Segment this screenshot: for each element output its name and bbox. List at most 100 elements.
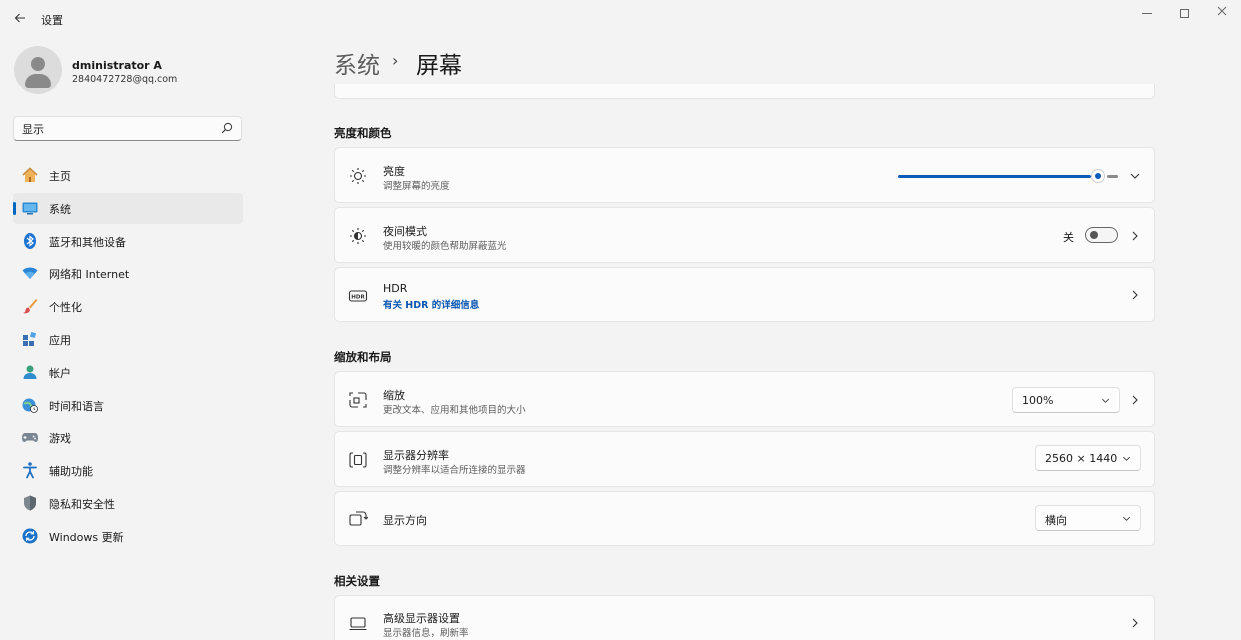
resolution-dropdown[interactable]: 2560 × 1440 <box>1035 445 1141 471</box>
close-icon <box>1217 6 1227 16</box>
sidebar-item-windows-update[interactable]: Windows 更新 <box>13 521 243 552</box>
sidebar-item-label: 应用 <box>49 333 71 347</box>
scale-subtitle: 更改文本、应用和其他项目的大小 <box>383 405 526 416</box>
sidebar-item-label: 帐户 <box>49 366 71 380</box>
chevron-right-icon[interactable] <box>1130 290 1140 300</box>
sidebar-item-label: 系统 <box>49 202 71 216</box>
sidebar-item-label: 辅助功能 <box>49 465 93 479</box>
sidebar-item-label: 个性化 <box>49 301 82 315</box>
close-button[interactable] <box>1207 4 1237 22</box>
apps-icon <box>23 331 37 346</box>
scale-icon <box>349 392 367 408</box>
chevron-right-icon[interactable] <box>1130 618 1140 628</box>
back-arrow-icon[interactable] <box>10 10 30 30</box>
brightness-card[interactable]: 亮度 调整屏幕的亮度 <box>334 147 1155 203</box>
user-email: 2840472728@qq.com <box>72 74 178 85</box>
sidebar-item-gaming[interactable]: 游戏 <box>13 422 243 453</box>
night-light-icon <box>350 228 366 244</box>
app-title: 设置 <box>41 14 63 27</box>
monitor-icon <box>349 617 367 631</box>
sidebar-item-label: 主页 <box>49 170 71 183</box>
brightness-icon <box>350 168 366 184</box>
sidebar-item-accounts[interactable]: 帐户 <box>13 357 243 388</box>
resolution-subtitle: 调整分辨率以适合所连接的显示器 <box>383 465 526 476</box>
sidebar-item-label: 时间和语言 <box>49 399 104 413</box>
breadcrumb-parent[interactable]: 系统 <box>334 46 380 80</box>
chevron-down-icon <box>1123 456 1130 461</box>
minimize-icon <box>1142 13 1152 14</box>
scale-title: 缩放 <box>383 389 405 402</box>
sidebar-item-label: 蓝牙和其他设备 <box>49 235 126 249</box>
shield-icon <box>24 495 36 511</box>
title-bar: 设置 <box>0 0 1241 40</box>
sidebar-item-network[interactable]: 网络和 Internet <box>13 258 243 289</box>
night-light-state: 关 <box>1063 231 1074 244</box>
hdr-card[interactable]: HDR HDR 有关 HDR 的详细信息 <box>334 267 1155 322</box>
maximize-button[interactable] <box>1169 4 1199 22</box>
home-icon <box>22 167 38 182</box>
night-light-title: 夜间模式 <box>383 225 427 238</box>
hdr-icon: HDR <box>348 290 368 302</box>
breadcrumb-separator: › <box>392 51 399 70</box>
scale-card[interactable]: 缩放 更改文本、应用和其他项目的大小 100% <box>334 371 1155 427</box>
brightness-title: 亮度 <box>383 165 405 178</box>
chevron-right-icon[interactable] <box>1130 395 1140 405</box>
hdr-title: HDR <box>383 282 408 295</box>
orientation-card[interactable]: 显示方向 横向 <box>334 491 1155 546</box>
search-icon[interactable] <box>221 122 233 134</box>
night-light-toggle[interactable] <box>1085 227 1118 243</box>
sidebar-item-system[interactable]: 系统 <box>13 192 243 224</box>
sidebar-item-bluetooth[interactable]: 蓝牙和其他设备 <box>13 226 243 257</box>
night-light-subtitle: 使用较暖的颜色帮助屏蔽蓝光 <box>383 241 507 252</box>
slider-track <box>1107 175 1118 178</box>
sidebar-item-personalization[interactable]: 个性化 <box>13 291 243 322</box>
minimize-button[interactable] <box>1132 4 1162 22</box>
maximize-icon <box>1179 9 1189 18</box>
resolution-value: 2560 × 1440 <box>1045 452 1118 465</box>
page-title: 屏幕 <box>416 53 462 79</box>
sidebar-item-privacy[interactable]: 隐私和安全性 <box>13 488 243 519</box>
resolution-icon <box>349 452 367 468</box>
orientation-value: 横向 <box>1045 514 1067 527</box>
sidebar-item-label: 游戏 <box>49 432 71 446</box>
orientation-dropdown[interactable]: 横向 <box>1035 505 1141 531</box>
advanced-display-subtitle: 显示器信息，刷新率 <box>383 628 469 639</box>
brush-icon <box>23 299 38 314</box>
wifi-icon <box>22 267 38 280</box>
sidebar-item-apps[interactable]: 应用 <box>13 324 243 355</box>
section-title-brightness-color: 亮度和颜色 <box>334 126 392 140</box>
avatar[interactable] <box>14 46 62 94</box>
chevron-down-icon[interactable] <box>1130 171 1140 181</box>
sidebar-item-time-language[interactable]: 时间和语言 <box>13 390 243 421</box>
advanced-display-card[interactable]: 高级显示器设置 显示器信息，刷新率 <box>334 595 1155 640</box>
gamepad-icon <box>22 433 38 443</box>
resolution-title: 显示器分辨率 <box>383 449 449 462</box>
chevron-right-icon[interactable] <box>1130 231 1140 241</box>
brightness-slider[interactable] <box>898 169 1118 183</box>
bluetooth-icon <box>24 232 36 249</box>
slider-thumb[interactable] <box>1091 169 1105 183</box>
orientation-title: 显示方向 <box>383 514 427 527</box>
active-indicator <box>13 201 16 215</box>
chevron-down-icon <box>1102 398 1109 403</box>
svg-text:HDR: HDR <box>351 295 365 301</box>
sidebar-nav: 主页 系统 蓝牙和其他设备 网络和 Internet 个性化 应用 帐户 时间和… <box>13 160 243 554</box>
sidebar-item-label: Windows 更新 <box>49 530 124 544</box>
search-box[interactable] <box>13 116 242 141</box>
search-input[interactable] <box>22 120 212 137</box>
orientation-icon <box>349 511 368 526</box>
account-icon <box>23 365 37 379</box>
scale-dropdown[interactable]: 100% <box>1012 387 1120 413</box>
sidebar-item-home[interactable]: 主页 <box>13 160 243 191</box>
slider-fill <box>898 175 1091 178</box>
scale-value: 100% <box>1022 394 1054 407</box>
system-icon <box>22 202 38 215</box>
sidebar-item-accessibility[interactable]: 辅助功能 <box>13 455 243 486</box>
resolution-card[interactable]: 显示器分辨率 调整分辨率以适合所连接的显示器 2560 × 1440 <box>334 431 1155 487</box>
hdr-info-link[interactable]: 有关 HDR 的详细信息 <box>383 297 479 311</box>
sidebar-item-label: 网络和 Internet <box>49 268 130 282</box>
accessibility-icon <box>23 462 37 479</box>
brightness-subtitle: 调整屏幕的亮度 <box>383 181 450 192</box>
globe-clock-icon <box>22 398 38 413</box>
night-light-card[interactable]: 夜间模式 使用较暖的颜色帮助屏蔽蓝光 关 <box>334 207 1155 263</box>
